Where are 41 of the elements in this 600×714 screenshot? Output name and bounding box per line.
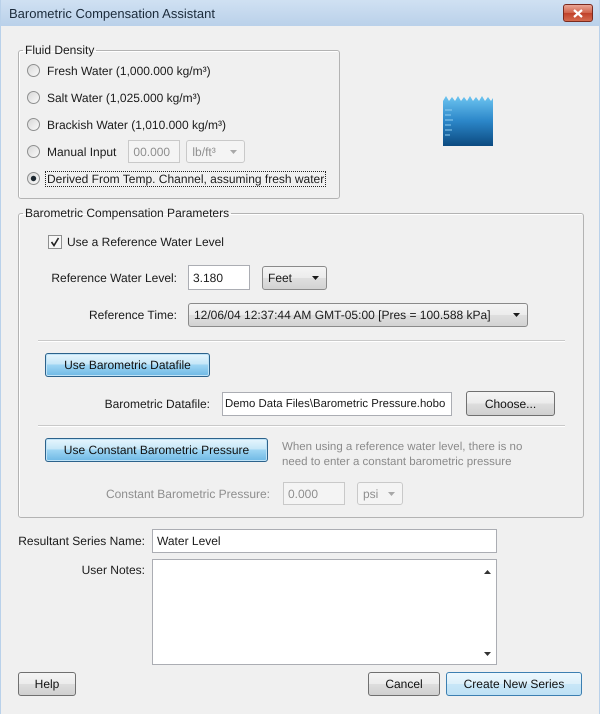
caret-icon (312, 276, 319, 280)
notes-field[interactable] (152, 559, 497, 665)
radio-button[interactable] (27, 64, 40, 77)
scroll-up-icon[interactable] (484, 570, 491, 574)
close-button[interactable] (563, 4, 593, 22)
field-label: Constant Barometric Pressure: (106, 486, 270, 500)
checkbox-label[interactable]: Use a Reference Water Level (67, 235, 224, 249)
radio-label[interactable]: Salt Water (1,025.000 kg/m³) (45, 90, 203, 106)
caret-icon (230, 150, 238, 154)
create-button[interactable]: Create New Series (446, 672, 582, 696)
window-title: Barometric Compensation Assistant (9, 6, 215, 20)
series-name-field[interactable]: Water Level (152, 529, 497, 553)
radio-button[interactable] (27, 118, 40, 131)
cancel-button[interactable]: Cancel (368, 672, 440, 696)
unit-dropdown[interactable]: Feet (262, 266, 327, 290)
level-field[interactable]: 3.180 (188, 265, 250, 290)
field-label: Barometric Datafile: (104, 396, 210, 410)
field-label: User Notes: (82, 563, 145, 577)
group-legend: Barometric Compensation Parameters (23, 206, 232, 220)
file-path-field[interactable]: Demo Data Files\Barometric Pressure.hobo (222, 392, 452, 416)
help-button[interactable]: Help (18, 672, 76, 696)
caret-icon (388, 492, 395, 496)
checkbox[interactable] (48, 235, 62, 249)
radio-label[interactable]: Fresh Water (1,000.000 kg/m³) (45, 62, 213, 78)
caret-icon (513, 313, 520, 317)
choose-button[interactable]: Choose... (466, 391, 555, 416)
water-icon (443, 96, 493, 146)
constant-button[interactable]: Use Constant Barometric Pressure (45, 438, 268, 462)
radio-label[interactable]: Derived From Temp. Channel, assuming fresh water (45, 170, 326, 186)
radio-label[interactable]: Brackish Water (1,010.000 kg/m³) (45, 116, 228, 132)
radio-button[interactable] (27, 172, 40, 185)
field-label: Resultant Series Name: (18, 534, 145, 548)
radio-button[interactable] (27, 91, 40, 104)
field-label: Reference Time: (88, 308, 177, 322)
time-dropdown[interactable]: 12/06/04 12:37:44 AM GMT-05:00 [Pres = 100.588 kPa] (188, 303, 528, 327)
close-icon (573, 8, 583, 18)
hint-text: When using a reference water level, there is no need to enter a constant barometric pressure (282, 440, 524, 470)
group-legend: Fluid Density (23, 43, 96, 57)
field-label: Reference Water Level: (51, 270, 177, 284)
scroll-down-icon[interactable] (484, 652, 491, 656)
datafile-button[interactable]: Use Barometric Datafile (45, 353, 210, 377)
